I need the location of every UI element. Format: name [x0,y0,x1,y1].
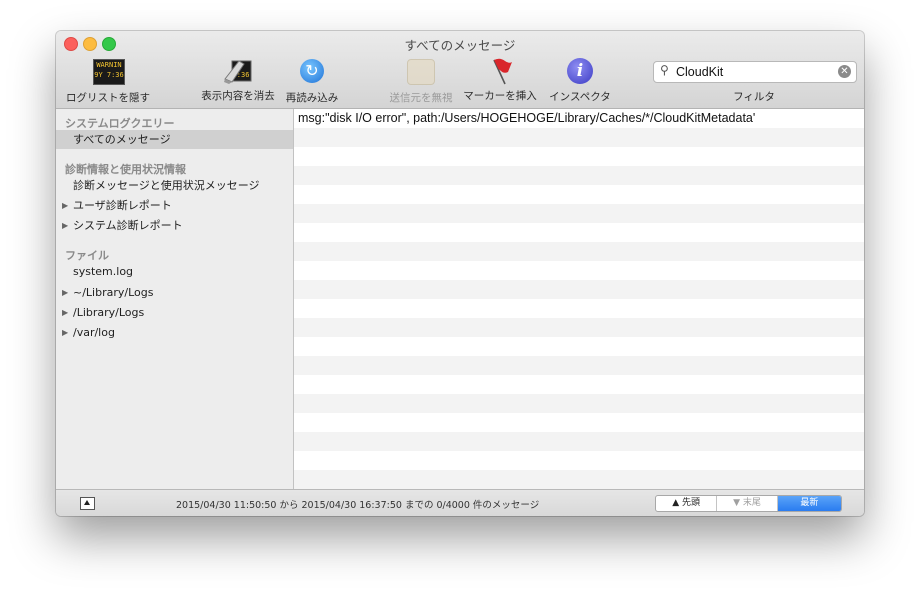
empty-row [294,432,864,451]
empty-row [294,185,864,204]
sidebar-item-user-diagnostic-reports[interactable]: ▶ ユーザ診断レポート [56,196,293,215]
sidebar-header-files: ファイル [65,249,109,262]
toggle-sidebar-icon[interactable] [80,497,95,510]
sidebar-item-label: すべてのメッセージ [73,133,171,146]
status-bar: 2015/04/30 11:50:50 から 2015/04/30 16:37:… [56,489,864,516]
clear-display-button[interactable]: 7:36 表示内容を消去 [198,57,278,105]
empty-row [294,356,864,375]
go-to-first-button[interactable]: ▲ 先頭 [656,496,718,511]
clear-search-icon[interactable]: ✕ [838,65,851,78]
reload-button[interactable]: ↻ 再読み込み [282,57,342,105]
info-icon: i [565,58,595,86]
sidebar-item-label: 診断メッセージと使用状況メッセージ [73,179,260,192]
empty-row [294,261,864,280]
go-to-latest-button[interactable]: 最新 [777,496,841,511]
insert-marker-label: マーカーを挿入 [463,90,537,102]
title-toolbar: すべてのメッセージ WARNIN 9Y 7:36 ログリストを隠す 7:36 表示… [56,31,864,109]
go-to-last-button[interactable]: ▼ 末尾 [717,496,778,511]
marker-flag-icon [485,57,515,85]
empty-row [294,413,864,432]
sidebar-header-system-log-queries: システムログクエリー [65,117,175,130]
inspector-label: インスペクタ [549,91,611,103]
log-message-list[interactable]: msg:"disk I/O error", path:/Users/HOGEHO… [294,109,864,489]
sidebar-item-user-library-logs[interactable]: ▶ ~/Library/Logs [56,283,293,302]
disclosure-triangle-icon[interactable]: ▶ [62,283,68,302]
sidebar-item-label: /var/log [73,326,115,339]
window-title: すべてのメッセージ [404,38,516,53]
sidebar-item-var-log[interactable]: ▶ /var/log [56,323,293,342]
sidebar: システムログクエリー すべてのメッセージ 診断情報と使用状況情報 診断メッセージ… [56,109,294,489]
inspector-button[interactable]: i インスペクタ [544,57,616,105]
empty-row [294,394,864,413]
disclosure-triangle-icon[interactable]: ▶ [62,216,68,235]
insert-marker-button[interactable]: マーカーを挿入 [460,57,540,105]
disclosure-triangle-icon[interactable]: ▶ [62,323,68,342]
sidebar-item-diagnostic-usage-messages[interactable]: 診断メッセージと使用状況メッセージ [56,176,293,195]
empty-row [294,337,864,356]
filter-label: フィルタ [733,91,775,103]
sidebar-item-label: ユーザ診断レポート [73,199,172,212]
empty-row [294,223,864,242]
reload-icon: ↻ [297,59,327,87]
empty-row [294,318,864,337]
clear-display-icon: 7:36 [223,57,253,85]
search-icon: ⚲ [660,63,669,77]
empty-row [294,280,864,299]
filter-search-input[interactable] [676,64,836,79]
empty-row [294,128,864,147]
empty-row [294,147,864,166]
message-count-status: 2015/04/30 11:50:50 から 2015/04/30 16:37:… [176,500,540,511]
clear-display-label: 表示内容を消去 [201,90,275,102]
sidebar-item-label: システム診断レポート [73,219,183,232]
empty-row [294,470,864,489]
ignore-sender-label: 送信元を無視 [389,92,453,104]
hide-log-list-button[interactable]: WARNIN 9Y 7:36 ログリストを隠す [63,57,153,105]
console-icon: WARNIN 9Y 7:36 [93,59,125,87]
empty-row [294,166,864,185]
reload-label: 再読み込み [285,92,339,104]
sidebar-item-all-messages[interactable]: すべてのメッセージ [56,130,293,149]
navigation-segmented-control[interactable]: ▲ 先頭 ▼ 末尾 最新 [655,495,842,512]
empty-row [294,299,864,318]
empty-row [294,242,864,261]
empty-row [294,204,864,223]
hide-log-list-label: ログリストを隠す [66,92,150,104]
console-window: すべてのメッセージ WARNIN 9Y 7:36 ログリストを隠す 7:36 表示… [56,31,864,516]
empty-row [294,375,864,394]
sidebar-header-diagnostic-usage: 診断情報と使用状況情報 [65,163,186,176]
sidebar-item-system-log[interactable]: system.log [56,262,293,281]
ignore-sender-button[interactable]: 送信元を無視 [386,57,456,105]
log-row[interactable]: msg:"disk I/O error", path:/Users/HOGEHO… [294,109,864,128]
sidebar-item-label: ~/Library/Logs [73,286,154,299]
sidebar-item-label: /Library/Logs [73,306,145,319]
sidebar-item-system-diagnostic-reports[interactable]: ▶ システム診断レポート [56,216,293,235]
disclosure-triangle-icon[interactable]: ▶ [62,303,68,322]
ignore-sender-icon [406,59,436,87]
sidebar-item-library-logs[interactable]: ▶ /Library/Logs [56,303,293,322]
filter-search-field[interactable]: ⚲ ✕ [653,61,857,83]
sidebar-item-label: system.log [73,265,134,278]
disclosure-triangle-icon[interactable]: ▶ [62,196,68,215]
empty-row [294,451,864,470]
